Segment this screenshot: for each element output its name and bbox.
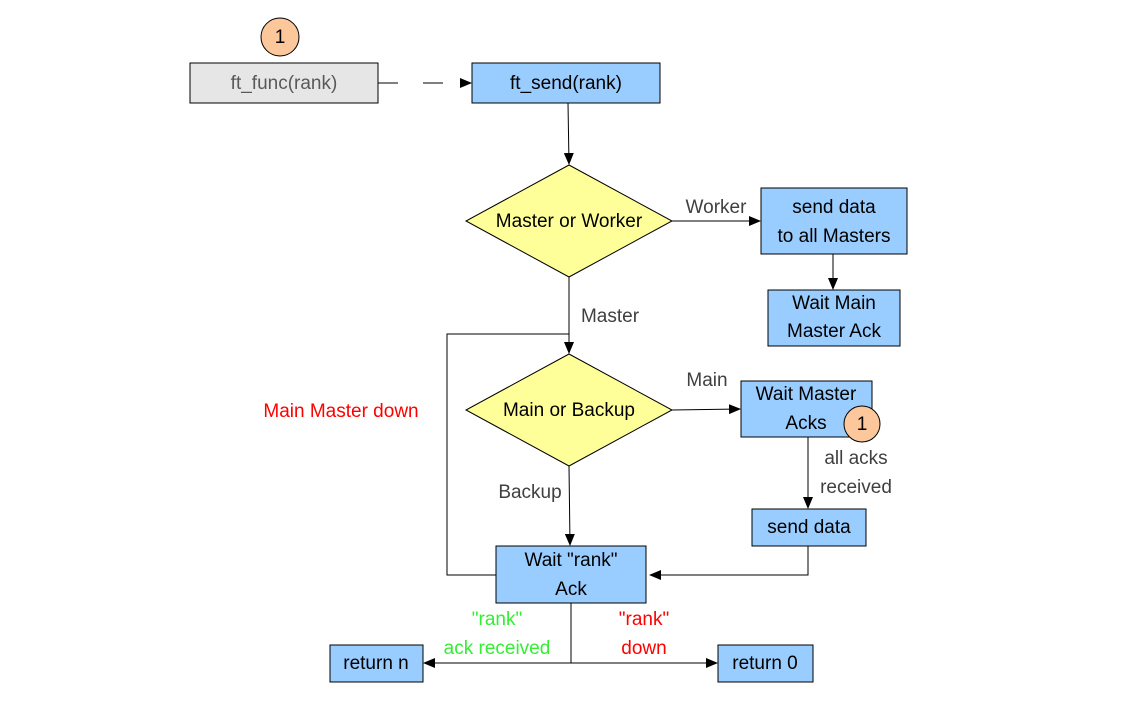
node-label: Acks	[785, 413, 826, 434]
node-label: return 0	[732, 653, 797, 674]
node-label: send data	[767, 517, 851, 538]
edge-senddata-waitrank	[649, 546, 809, 580]
node-label: Wait Master	[756, 384, 857, 405]
node-label: Master Ack	[787, 321, 881, 342]
edge-label-main: Main	[686, 370, 727, 391]
edge-label-worker: Worker	[686, 197, 748, 218]
edge-label-rank-down: down	[621, 638, 666, 659]
node-return-n: return n	[329, 644, 424, 683]
edge-label-master: Master	[581, 306, 640, 327]
node-send-data-to-all-masters: send data to all Masters	[760, 187, 908, 255]
node-wait-main-master-ack: Wait Main Master Ack	[767, 289, 901, 347]
edge-label-rank-ack-received: ack received	[444, 638, 551, 659]
node-label: Master or Worker	[496, 211, 643, 232]
node-label: ft_send(rank)	[510, 73, 622, 94]
edge-label-all-acks: all acks	[824, 448, 887, 469]
node-send-data: send data	[751, 508, 867, 547]
edge-send-decision	[563, 102, 574, 165]
node-label: send data	[792, 197, 876, 218]
node-ft-func: ft_func(rank)	[189, 62, 379, 104]
decision-master-or-worker: Master or Worker	[464, 164, 674, 278]
marker-label: 1	[857, 414, 868, 435]
marker-label: 1	[275, 27, 286, 48]
edge-main	[671, 404, 741, 415]
decision-main-or-backup: Main or Backup	[464, 353, 674, 467]
node-label: return n	[343, 653, 408, 674]
edge-label-backup: Backup	[498, 482, 561, 503]
node-label: Ack	[555, 579, 587, 600]
edge-label-all-acks: received	[820, 477, 892, 498]
edge-label-rank-ack-received: "rank"	[472, 609, 522, 630]
node-label: Main or Backup	[503, 400, 635, 421]
node-label: Wait Main	[792, 293, 876, 314]
flowchart: 1 ft_func(rank) ft_send(rank) Master or …	[189, 17, 908, 683]
node-ft-send: ft_send(rank)	[471, 62, 661, 104]
edge-label-main-master-down: Main Master down	[263, 401, 418, 422]
node-label: Wait "rank"	[524, 550, 617, 571]
node-return-0: return 0	[717, 644, 814, 683]
edge-label-rank-down: "rank"	[619, 609, 669, 630]
node-wait-rank-ack: Wait "rank" Ack	[495, 545, 647, 604]
node-label: ft_func(rank)	[231, 73, 338, 94]
node-label: to all Masters	[778, 226, 891, 247]
edge-backup	[564, 465, 575, 546]
